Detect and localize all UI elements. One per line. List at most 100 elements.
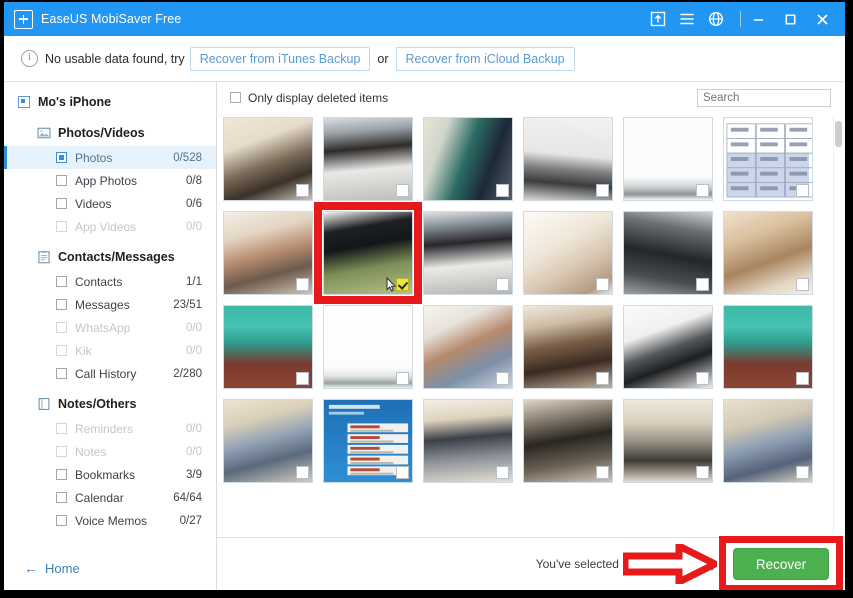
sidebar-item-reminders: Reminders 0/0 (4, 417, 216, 440)
selection-status-text: You've selected 1 item(s)(1.2 MB) (535, 557, 715, 571)
item-checkbox[interactable] (56, 515, 67, 526)
window-controls (751, 12, 830, 27)
thumbnail-cell (623, 211, 713, 295)
thumbnail-cell (723, 211, 813, 295)
thumbnail-checkbox[interactable] (396, 466, 409, 479)
main-body: Mo's iPhone Photos/Videos Photos 0/528 A… (4, 82, 845, 590)
minimize-button[interactable] (751, 12, 766, 27)
sidebar-item-photos[interactable]: Photos 0/528 (4, 146, 216, 169)
thumbnail-checkbox[interactable] (596, 278, 609, 291)
thumbnail-cell (323, 117, 413, 201)
status-bar: You've selected 1 item(s)(1.2 MB) Recove… (217, 536, 845, 590)
item-checkbox (56, 423, 67, 434)
notice-bar: i No usable data found, try Recover from… (4, 36, 845, 82)
item-label: Calendar (75, 490, 124, 505)
item-checkbox[interactable] (56, 198, 67, 209)
sidebar-device-row[interactable]: Mo's iPhone (4, 90, 216, 114)
application-window: EaseUS MobiSaver Free i No usable data f… (4, 2, 845, 590)
thumbnail-checkbox[interactable] (496, 278, 509, 291)
item-checkbox (56, 221, 67, 232)
thumbnail-cell (723, 117, 813, 201)
sidebar-group-notes-others: Notes/Others (4, 391, 216, 417)
item-label: Bookmarks (75, 467, 136, 482)
thumbnail-checkbox[interactable] (696, 278, 709, 291)
close-button[interactable] (815, 12, 830, 27)
thumbnail-cell (523, 117, 613, 201)
item-checkbox (56, 345, 67, 356)
notes-icon (38, 398, 50, 410)
item-label: App Videos (75, 219, 137, 234)
upgrade-icon[interactable] (650, 11, 666, 27)
thumbnail-checkbox[interactable] (696, 372, 709, 385)
recover-from-icloud-backup-button[interactable]: Recover from iCloud Backup (395, 46, 575, 71)
item-label: Kik (75, 343, 92, 358)
thumbnail-cell (223, 305, 313, 389)
item-count: 23/51 (173, 298, 202, 311)
thumbnail-checkbox[interactable] (296, 372, 309, 385)
thumbnail-checkbox[interactable] (296, 466, 309, 479)
thumbnail-checkbox[interactable] (796, 184, 809, 197)
sidebar-item-videos[interactable]: Videos 0/6 (4, 192, 216, 215)
thumbnail-cell (623, 305, 713, 389)
recover-button[interactable]: Recover (733, 548, 829, 580)
thumbnail-cell (523, 399, 613, 483)
thumbnail-cell (723, 399, 813, 483)
item-checkbox (56, 322, 67, 333)
sidebar-item-voice-memos[interactable]: Voice Memos 0/27 (4, 509, 216, 532)
thumbnail-checkbox[interactable] (596, 466, 609, 479)
scrollbar-thumb[interactable] (835, 121, 842, 147)
thumbnail-checkbox[interactable] (796, 466, 809, 479)
thumbnail-checkbox[interactable] (296, 278, 309, 291)
thumbnail-checkbox[interactable] (496, 372, 509, 385)
thumbnail-checkbox[interactable] (496, 466, 509, 479)
thumbnail-checkbox[interactable] (496, 184, 509, 197)
device-checkbox-icon[interactable] (18, 96, 30, 108)
search-input[interactable] (697, 88, 831, 107)
sidebar-scroll-area: Mo's iPhone Photos/Videos Photos 0/528 A… (4, 90, 216, 546)
sidebar-item-app-photos[interactable]: App Photos 0/8 (4, 169, 216, 192)
sidebar-item-app-videos: App Videos 0/0 (4, 215, 216, 238)
thumbnail-checkbox[interactable] (596, 372, 609, 385)
vertical-scrollbar[interactable] (833, 115, 843, 533)
menu-list-icon[interactable] (679, 11, 695, 27)
sidebar-item-call-history[interactable]: Call History 2/280 (4, 362, 216, 385)
item-label: Voice Memos (75, 513, 148, 528)
item-checkbox[interactable] (56, 492, 67, 503)
thumbnail-checkbox[interactable] (796, 372, 809, 385)
item-checkbox[interactable] (56, 276, 67, 287)
thumbnail-grid (217, 113, 845, 537)
item-label: WhatsApp (75, 320, 131, 335)
item-checkbox[interactable] (56, 469, 67, 480)
thumbnail-checkbox[interactable] (596, 184, 609, 197)
item-count: 0/0 (186, 220, 202, 233)
globe-icon[interactable] (708, 11, 724, 27)
sidebar-item-messages[interactable]: Messages 23/51 (4, 293, 216, 316)
recover-from-itunes-backup-button[interactable]: Recover from iTunes Backup (189, 46, 371, 71)
item-checkbox[interactable] (56, 368, 67, 379)
item-count: 64/64 (173, 491, 202, 504)
sidebar-item-calendar[interactable]: Calendar 64/64 (4, 486, 216, 509)
only-display-deleted-checkbox[interactable] (230, 92, 241, 103)
content-panel: Only display deleted items You've select… (217, 82, 845, 590)
thumbnail-grid-wrapper (217, 113, 845, 537)
item-checkbox[interactable] (56, 175, 67, 186)
thumbnail-checkbox[interactable] (296, 184, 309, 197)
thumbnail-checkbox[interactable] (696, 184, 709, 197)
item-checkbox[interactable] (56, 152, 67, 163)
sidebar-item-whatsapp: WhatsApp 0/0 (4, 316, 216, 339)
sidebar-group-label: Photos/Videos (58, 126, 145, 140)
item-checkbox[interactable] (56, 299, 67, 310)
home-button[interactable]: ← Home (4, 546, 216, 590)
app-logo-icon (14, 9, 33, 29)
thumbnail-checkbox[interactable] (396, 278, 409, 291)
thumbnail-checkbox[interactable] (396, 184, 409, 197)
thumbnail-checkbox[interactable] (796, 278, 809, 291)
thumbnail-cell (423, 117, 513, 201)
sidebar-item-contacts[interactable]: Contacts 1/1 (4, 270, 216, 293)
sidebar: Mo's iPhone Photos/Videos Photos 0/528 A… (4, 82, 217, 590)
maximize-button[interactable] (783, 12, 798, 27)
sidebar-item-bookmarks[interactable]: Bookmarks 3/9 (4, 463, 216, 486)
thumbnail-checkbox[interactable] (396, 372, 409, 385)
thumbnail-checkbox[interactable] (696, 466, 709, 479)
item-label: Videos (75, 196, 112, 211)
